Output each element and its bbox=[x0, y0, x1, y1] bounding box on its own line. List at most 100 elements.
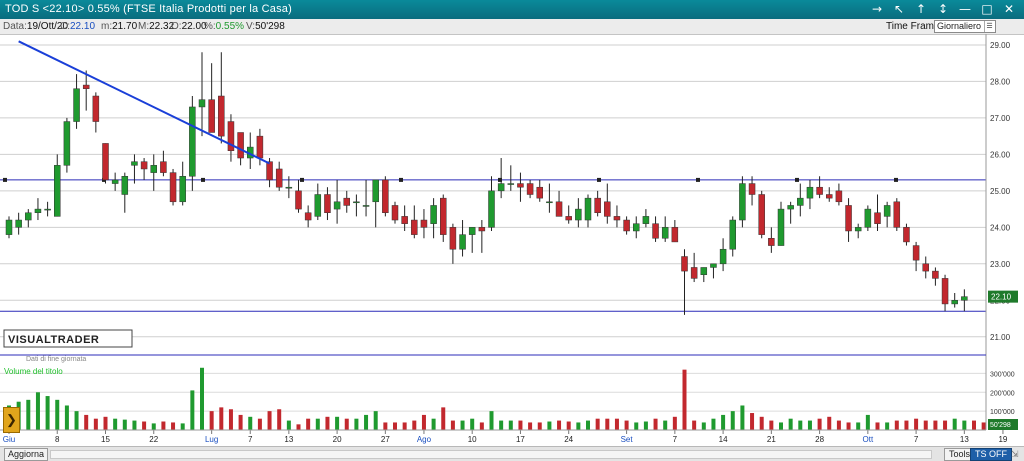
candle-body bbox=[266, 161, 273, 181]
volume-bar bbox=[161, 421, 166, 430]
candle-body bbox=[82, 84, 90, 89]
volume-bar bbox=[489, 411, 494, 430]
volume-bar bbox=[122, 419, 127, 430]
date-tick-label: 13 bbox=[284, 435, 293, 444]
refresh-button[interactable]: Aggiorna bbox=[4, 448, 49, 461]
candle-body bbox=[198, 99, 206, 108]
volume-bar bbox=[393, 422, 397, 430]
candle-body bbox=[555, 201, 563, 217]
timeframe-value: Giornaliero bbox=[937, 21, 982, 31]
horizontal-scrollbar[interactable] bbox=[50, 450, 932, 459]
volume-bar bbox=[856, 422, 861, 430]
candle-body bbox=[63, 121, 71, 166]
volume-bar bbox=[248, 416, 253, 430]
scroll-left-button[interactable]: ❯ bbox=[3, 407, 20, 433]
volume-bar bbox=[914, 418, 919, 430]
volume-bar bbox=[228, 409, 233, 430]
data-note: Dati di fine giornata bbox=[26, 356, 86, 363]
candle-body bbox=[362, 205, 370, 207]
date-tick-label: 17 bbox=[516, 435, 525, 444]
price-tick-label: 25.00 bbox=[990, 187, 1011, 196]
volume-bar bbox=[875, 422, 880, 430]
volume-bar bbox=[499, 420, 504, 430]
volume-bar bbox=[383, 422, 388, 430]
close-icon[interactable]: ✕ bbox=[998, 1, 1020, 18]
date-axis-labels: Giu 8 15 22 Lug 7 13 20 27 Ago 10 17 24 Set 7 14 21 28 Ott… bbox=[3, 430, 1008, 444]
ts-toggle-button[interactable]: TS OFF bbox=[970, 448, 1012, 461]
candle-body bbox=[333, 201, 341, 210]
candle-body bbox=[546, 201, 553, 204]
volume-bar bbox=[74, 411, 79, 430]
min-readout: m:21.70 bbox=[101, 21, 138, 32]
candle-body bbox=[449, 227, 457, 250]
volume-bar bbox=[614, 418, 619, 430]
date-tick-label: Ago bbox=[417, 435, 432, 444]
volume-bar bbox=[354, 418, 359, 430]
candle-body bbox=[372, 179, 379, 203]
volume-bar bbox=[373, 411, 378, 430]
volume-bar bbox=[807, 420, 812, 430]
volume-bar bbox=[586, 420, 590, 430]
candle-body bbox=[719, 248, 727, 265]
volume-bar bbox=[296, 424, 301, 430]
volume-bar bbox=[55, 399, 60, 430]
candle-body bbox=[488, 190, 495, 228]
date-tick-label: 7 bbox=[673, 435, 678, 444]
volume-bar bbox=[537, 422, 542, 430]
resize-grip-icon[interactable]: ⇲ bbox=[1011, 449, 1021, 459]
candle-body bbox=[883, 205, 891, 217]
volume-axis-labels: 300'000 200'000 100'000 bbox=[990, 371, 1015, 416]
volume-bar bbox=[238, 414, 243, 430]
candle-body bbox=[797, 197, 804, 206]
candle-body bbox=[5, 219, 13, 235]
maximize-icon[interactable]: □ bbox=[976, 1, 998, 18]
candle-body bbox=[324, 194, 331, 213]
arrow-upleft-icon[interactable]: ↖ bbox=[888, 1, 910, 18]
candle-body bbox=[642, 216, 650, 224]
date-tick-label: 28 bbox=[815, 435, 824, 444]
price-volume-chart[interactable]: 29.0028.0027.0026.0025.0024.0023.0022.00… bbox=[0, 34, 1024, 446]
candle-body bbox=[169, 172, 177, 203]
candle-body bbox=[54, 165, 61, 217]
volume-bar bbox=[93, 418, 98, 430]
date-tick-label: 7 bbox=[914, 435, 919, 444]
arrow-right-icon[interactable]: → bbox=[866, 1, 888, 18]
volume-bar bbox=[663, 420, 668, 430]
volume-bar bbox=[595, 418, 600, 430]
candle-body bbox=[150, 165, 157, 173]
minimize-icon[interactable]: — bbox=[954, 1, 976, 18]
timeframe-select[interactable]: Giornaliero ☰ bbox=[934, 20, 996, 33]
volume-bar bbox=[84, 414, 89, 430]
volume-bar bbox=[885, 422, 890, 430]
volume-bar bbox=[817, 418, 822, 430]
candle-body bbox=[411, 219, 418, 235]
trendline[interactable] bbox=[18, 40, 270, 165]
candle-body bbox=[507, 183, 515, 185]
volume-bar bbox=[701, 422, 706, 430]
candle-body bbox=[816, 186, 823, 195]
volume-bar bbox=[923, 420, 928, 430]
candle-body bbox=[729, 219, 736, 250]
candle-body bbox=[179, 176, 186, 203]
volume-bar bbox=[566, 421, 571, 430]
candle-body bbox=[111, 179, 119, 184]
candle-body bbox=[140, 161, 148, 170]
candle-body bbox=[594, 197, 601, 213]
arrow-up-icon[interactable]: ↑ bbox=[910, 1, 932, 18]
volume-bar bbox=[904, 420, 909, 430]
candle-body bbox=[440, 197, 447, 235]
price-tick-label: 24.00 bbox=[990, 223, 1011, 232]
volume-bar bbox=[547, 421, 552, 430]
arrow-updown-icon[interactable]: ↕ bbox=[932, 1, 954, 18]
volume-bar bbox=[219, 407, 224, 430]
volume-bar bbox=[64, 405, 69, 430]
volume-bar bbox=[344, 418, 349, 430]
candle-body bbox=[912, 245, 920, 261]
candle-body bbox=[661, 227, 669, 239]
candle-body bbox=[304, 212, 312, 221]
candle-body bbox=[758, 194, 765, 235]
volume-tick-label: 200'000 bbox=[990, 390, 1015, 397]
candle-body bbox=[826, 194, 833, 199]
candle-body bbox=[92, 95, 100, 122]
volume-bar bbox=[836, 420, 841, 430]
